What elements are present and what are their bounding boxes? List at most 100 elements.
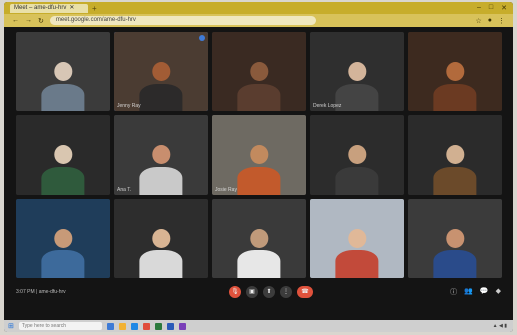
participant-tile[interactable] [408, 32, 502, 112]
participant-tile[interactable] [408, 198, 502, 278]
participant-body [433, 250, 477, 278]
participant-head [151, 228, 171, 248]
participant-tile[interactable]: Jenny Ray [114, 32, 208, 112]
participant-body [433, 83, 477, 112]
participant-video [237, 228, 281, 278]
participant-head [249, 228, 269, 248]
participant-head [445, 62, 465, 81]
participant-video [139, 145, 183, 195]
forward-icon[interactable]: → [25, 17, 32, 24]
end-call-button[interactable]: ☎ [297, 286, 313, 298]
browser-tab[interactable]: Meet – ame-dfu-hrv ✕ [10, 3, 88, 13]
file-explorer-icon[interactable] [118, 322, 126, 330]
participant-body [41, 250, 85, 278]
mic-toggle-button[interactable]: 🎙 [229, 286, 241, 298]
participant-video [335, 228, 379, 278]
participant-tile[interactable] [114, 198, 208, 278]
back-icon[interactable]: ← [12, 17, 19, 24]
system-tray[interactable]: ▲ ◀ ▮ [493, 323, 513, 329]
participant-body [41, 83, 85, 112]
participant-body [139, 83, 183, 112]
close-window-icon[interactable]: ✕ [501, 4, 507, 12]
participant-video [433, 145, 477, 195]
participant-body [335, 250, 379, 278]
participant-body [237, 250, 281, 278]
camera-toggle-button[interactable]: ▣ [246, 286, 258, 298]
tab-title: Meet – ame-dfu-hrv [14, 4, 67, 11]
participant-head [53, 62, 73, 81]
people-icon[interactable]: 👥 [464, 287, 473, 297]
participant-video [139, 228, 183, 278]
participant-video [237, 62, 281, 112]
browser-tabstrip: Meet – ame-dfu-hrv ✕ + – □ ✕ [4, 2, 513, 14]
profile-icon[interactable]: ● [488, 17, 492, 25]
participant-name: Ana T. [117, 186, 132, 193]
window-controls: – □ ✕ [477, 4, 513, 12]
maximize-icon[interactable]: □ [489, 4, 493, 12]
participant-body [335, 83, 379, 112]
participant-body [335, 167, 379, 195]
participant-body [237, 83, 281, 112]
participant-grid: Jenny Ray Derek Lopez Ana T. Josie Ray [16, 32, 502, 278]
browser-menu-icon[interactable]: ⋮ [498, 17, 505, 25]
participant-head [445, 228, 465, 248]
edge-icon[interactable] [130, 322, 138, 330]
bookmark-star-icon[interactable]: ☆ [475, 17, 481, 25]
participant-tile[interactable]: Josie Ray [212, 115, 306, 195]
chrome-icon[interactable] [142, 322, 150, 330]
participant-head [151, 145, 171, 165]
participant-head [347, 62, 367, 81]
address-bar: ← → ↻ meet.google.com/ame-dfu-hrv ☆ ● ⋮ [4, 14, 513, 27]
participant-video [41, 228, 85, 278]
participant-tile[interactable]: Derek Lopez [310, 32, 404, 112]
participant-head [249, 62, 269, 81]
participant-head [53, 228, 73, 248]
activities-icon[interactable]: ◆ [496, 287, 501, 297]
participant-tile[interactable] [310, 198, 404, 278]
participant-body [139, 167, 183, 195]
participant-head [347, 145, 367, 165]
participant-tile[interactable] [16, 32, 110, 112]
participant-tile[interactable] [16, 198, 110, 278]
participant-body [237, 167, 281, 195]
participant-video [237, 145, 281, 195]
participant-video [335, 145, 379, 195]
participant-name: Jenny Ray [117, 103, 141, 110]
task-view-icon[interactable] [106, 322, 114, 330]
participant-name: Josie Ray [215, 186, 237, 193]
participant-tile[interactable] [16, 115, 110, 195]
new-tab-icon[interactable]: + [92, 4, 97, 13]
close-tab-icon[interactable]: ✕ [69, 4, 74, 13]
chat-icon[interactable]: 💬 [480, 287, 489, 297]
participant-body [41, 167, 85, 195]
taskbar-search-input[interactable]: Type here to search [18, 322, 102, 330]
url-field[interactable]: meet.google.com/ame-dfu-hrv [49, 16, 316, 25]
teams-icon[interactable] [178, 322, 186, 330]
participant-body [139, 250, 183, 278]
participant-tile[interactable] [310, 115, 404, 195]
present-button[interactable]: ⬆ [263, 286, 275, 298]
meeting-controls-bar: 3:07 PM | ame-dfu-hrv 🎙 ▣ ⬆ ⋮ ☎ ⓘ 👥 💬 ◆ [4, 282, 513, 302]
participant-video [433, 228, 477, 278]
participant-head [249, 145, 269, 165]
participant-video [139, 62, 183, 112]
speaking-indicator-icon [199, 35, 205, 41]
participant-tile[interactable] [212, 198, 306, 278]
start-icon[interactable]: ⊞ [8, 322, 14, 330]
reload-icon[interactable]: ↻ [38, 17, 44, 25]
excel-icon[interactable] [154, 322, 162, 330]
minimize-icon[interactable]: – [477, 4, 481, 12]
participant-video [433, 62, 477, 112]
participant-tile[interactable]: Ana T. [114, 115, 208, 195]
participant-tile[interactable] [212, 32, 306, 112]
info-icon[interactable]: ⓘ [450, 287, 457, 297]
participant-video [41, 145, 85, 195]
participant-head [53, 145, 73, 165]
participant-head [151, 62, 171, 81]
participant-name: Derek Lopez [313, 103, 342, 110]
word-icon[interactable] [166, 322, 174, 330]
participant-head [347, 228, 367, 248]
more-options-button[interactable]: ⋮ [280, 286, 292, 298]
participant-tile[interactable] [408, 115, 502, 195]
participant-video [335, 62, 379, 112]
